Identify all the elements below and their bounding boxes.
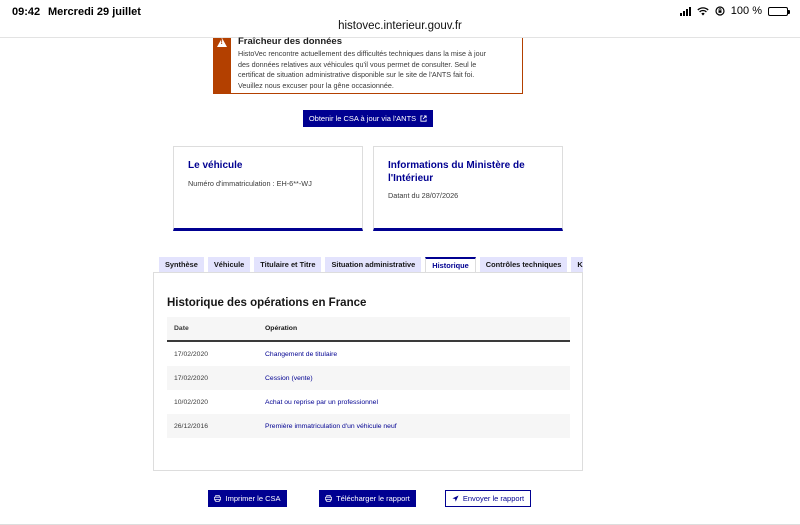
vehicle-card-title: Le véhicule (188, 160, 243, 171)
tab-titulaire-titre[interactable]: Titulaire et Titre (254, 257, 322, 272)
download-report-button[interactable]: Télécharger le rapport (319, 490, 416, 507)
printer-icon (214, 495, 222, 502)
ministry-card-title-line: Informations du Ministère de (388, 160, 525, 171)
ministry-info-card[interactable]: Informations du Ministère de l'Intérieur… (373, 146, 563, 231)
status-indicators: 100 % (679, 5, 790, 17)
row-date: 10/02/2020 (174, 398, 209, 406)
battery-icon (768, 6, 790, 16)
row-date: 26/12/2016 (174, 422, 209, 430)
status-date: Mercredi 29 juillet (48, 6, 141, 18)
column-header-date: Date (174, 325, 189, 332)
send-report-label: Envoyer le rapport (462, 494, 525, 503)
tab-kilometrage[interactable]: Kilométrage (571, 257, 583, 272)
row-operation: Cession (vente) (265, 374, 313, 382)
alert-message: HistoVec rencontre actuellement des diff… (238, 49, 486, 91)
tab-controles-techniques[interactable]: Contrôles techniques (479, 257, 568, 272)
alert-message-line: certificat de situation administrative d… (238, 70, 475, 79)
history-panel: Historique des opérations en France Date… (153, 272, 583, 471)
battery-percentage: 100 % (730, 5, 762, 17)
url-text: histovec.interieur.gouv.fr (338, 20, 462, 32)
tab-situation-administrative[interactable]: Situation administrative (325, 257, 422, 272)
alert-side-band (214, 38, 231, 93)
row-operation: Première immatriculation d'un véhicule n… (265, 422, 397, 430)
send-report-button[interactable]: Envoyer le rapport (445, 490, 531, 507)
alert-message-line: des données relatives aux véhicules qu'i… (238, 59, 477, 69)
wifi-icon (697, 6, 709, 15)
download-report-label: Télécharger le rapport (336, 494, 410, 503)
column-header-operation: Opération (265, 325, 298, 332)
row-operation: Achat ou reprise par un professionnel (265, 398, 378, 406)
history-table: Date Opération 17/02/2020 Changement de … (167, 317, 570, 438)
printer-icon (325, 495, 333, 502)
status-time: 09:42 (12, 6, 41, 18)
row-date: 17/02/2020 (174, 374, 209, 382)
tab-synthese[interactable]: Synthèse (159, 257, 204, 272)
cellular-signal-icon (679, 6, 691, 16)
print-csa-label: Imprimer le CSA (225, 494, 281, 503)
row-date: 17/02/2020 (174, 350, 209, 358)
report-tabs: Synthèse Véhicule Titulaire et Titre Sit… (159, 257, 583, 272)
vehicle-card[interactable]: Le véhicule Numéro d'immatriculation : E… (173, 146, 363, 231)
table-row: 17/02/2020 Cession (vente) (167, 366, 570, 390)
table-row: 26/12/2016 Première immatriculation d'un… (167, 414, 570, 438)
orientation-lock-icon (715, 6, 725, 16)
table-row: 10/02/2020 Achat ou reprise par un profe… (167, 390, 570, 414)
status-bar: 09:42 Mercredi 29 juillet 100 % (0, 0, 800, 22)
table-header: Date Opération (167, 317, 570, 342)
ministry-card-title: Informations du Ministère de l'Intérieur (388, 160, 548, 185)
get-csa-ants-button[interactable]: Obtenir le CSA à jour via l'ANTS (303, 110, 433, 127)
alert-title: Fraîcheur des données (238, 36, 343, 47)
tab-historique[interactable]: Historique (425, 257, 476, 272)
data-freshness-alert: Fraîcheur des données HistoVec rencontre… (213, 36, 523, 94)
alert-message-line: HistoVec rencontre actuellement des diff… (238, 49, 486, 58)
warning-icon (217, 38, 227, 47)
table-row: 17/02/2020 Changement de titulaire (167, 342, 570, 366)
alert-message-line: Veuillez nous excuser pour la gêne occas… (238, 80, 394, 90)
row-operation: Changement de titulaire (265, 350, 338, 358)
ministry-card-title-line: l'Intérieur (388, 172, 434, 184)
alert-body: Fraîcheur des données HistoVec rencontre… (231, 36, 494, 93)
registration-number: Numéro d'immatriculation : EH-6**-WJ (188, 178, 312, 188)
get-csa-ants-label: Obtenir le CSA à jour via l'ANTS (308, 114, 417, 123)
print-csa-button[interactable]: Imprimer le CSA (208, 490, 287, 507)
history-title: Historique des opérations en France (167, 297, 367, 309)
data-date: Datant du 28/07/2026 (388, 191, 459, 200)
tab-vehicule[interactable]: Véhicule (207, 257, 251, 272)
send-icon (452, 495, 459, 502)
external-link-icon (420, 115, 427, 122)
